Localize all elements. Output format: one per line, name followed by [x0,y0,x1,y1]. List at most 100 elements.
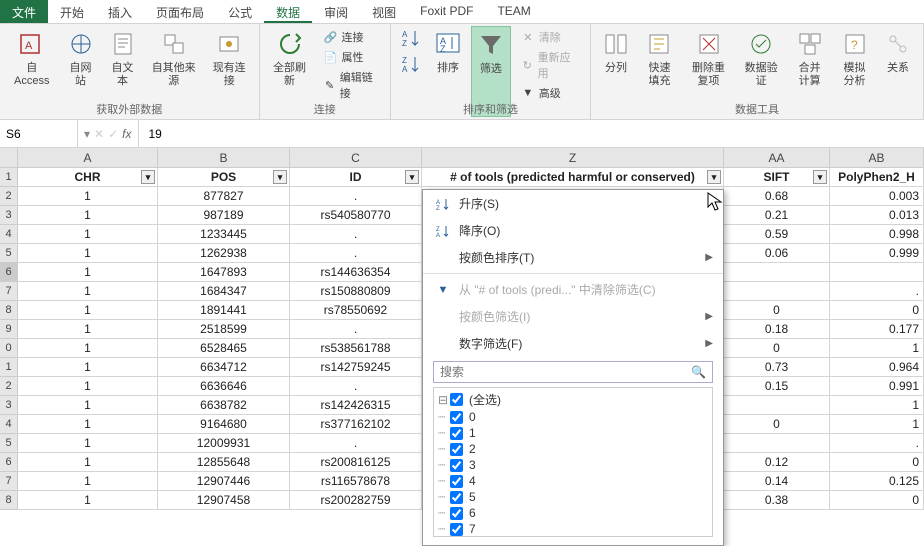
cell[interactable]: 1 [18,491,158,510]
filter-search-box[interactable]: 🔍 [433,361,713,383]
col-header-B[interactable]: B [158,148,290,168]
formula-input[interactable] [149,127,915,141]
cell[interactable]: 12009931 [158,434,290,453]
cell[interactable]: 0.38 [724,491,830,510]
cell[interactable]: rs116578678 [290,472,422,491]
cell[interactable]: rs538561788 [290,339,422,358]
col-header-AB[interactable]: AB [830,148,924,168]
cell[interactable]: 1 [18,301,158,320]
filter-check-item[interactable]: ┈6 [438,505,708,521]
sort-asc-button[interactable]: AZ [397,26,425,50]
cell[interactable]: rs540580770 [290,206,422,225]
row-header[interactable]: 6 [0,263,18,282]
cell[interactable]: . [290,225,422,244]
cell[interactable]: . [290,244,422,263]
row-header[interactable]: 5 [0,434,18,453]
cell[interactable]: 12907458 [158,491,290,510]
cell[interactable]: rs377162102 [290,415,422,434]
cell[interactable]: 1 [18,263,158,282]
cell[interactable]: 1 [18,206,158,225]
row-header[interactable]: 0 [0,339,18,358]
row-header[interactable]: 5 [0,244,18,263]
cell[interactable]: 1 [18,396,158,415]
cell[interactable]: 0.06 [724,244,830,263]
cell[interactable]: 12907446 [158,472,290,491]
row-header[interactable]: 8 [0,491,18,510]
cell[interactable]: . [290,377,422,396]
filter-checkbox[interactable] [450,507,463,520]
cell[interactable]: 0.991 [830,377,924,396]
cell[interactable]: 0.68 [724,187,830,206]
cell[interactable]: 0.21 [724,206,830,225]
cell[interactable]: 1647893 [158,263,290,282]
filter-checkbox[interactable] [450,427,463,440]
tab-insert[interactable]: 插入 [96,0,144,23]
row-header[interactable]: 3 [0,206,18,225]
row-header[interactable]: 8 [0,301,18,320]
cell[interactable]: rs78550692 [290,301,422,320]
cell[interactable]: 0.14 [724,472,830,491]
cell[interactable]: 1 [830,339,924,358]
table-col-header[interactable]: POS▾ [158,168,290,187]
name-box[interactable] [0,120,78,147]
clear-filter-button[interactable]: ✕清除 [517,28,582,46]
cell[interactable]: 1 [18,377,158,396]
cell[interactable]: 0.964 [830,358,924,377]
cell[interactable]: rs150880809 [290,282,422,301]
cell[interactable]: 0.003 [830,187,924,206]
name-box-input[interactable] [6,127,71,141]
tab-file[interactable]: 文件 [0,0,48,23]
properties-button[interactable]: 📄属性 [320,48,382,66]
cell[interactable]: 1 [18,244,158,263]
row-header[interactable]: 1 [0,358,18,377]
filter-dropdown-button[interactable]: ▾ [405,170,419,184]
filter-check-item[interactable]: ┈3 [438,457,708,473]
cell[interactable]: 1 [18,434,158,453]
filter-search-input[interactable] [434,362,685,382]
cell[interactable]: 0.12 [724,453,830,472]
cell[interactable]: rs142426315 [290,396,422,415]
filter-dropdown-button[interactable]: ▾ [813,170,827,184]
edit-links-button[interactable]: ✎编辑链接 [320,68,382,102]
cell[interactable] [724,434,830,453]
filter-dropdown-button[interactable]: ▾ [141,170,155,184]
fx-icon[interactable]: fx [122,127,131,141]
cell[interactable]: 1 [18,472,158,491]
sort-desc-item[interactable]: ZA降序(O) [423,217,723,244]
fbar-accept-icon[interactable]: ✓ [108,127,118,141]
filter-check-item[interactable]: ┈0 [438,409,708,425]
cell[interactable]: 0 [830,301,924,320]
filter-dropdown-button[interactable]: ▾ [273,170,287,184]
cell[interactable]: 1 [830,396,924,415]
cell[interactable]: 877827 [158,187,290,206]
filter-checkbox[interactable] [450,393,463,406]
cell[interactable]: 0 [724,415,830,434]
filter-checkbox[interactable] [450,443,463,456]
filter-value-list[interactable]: ⊟(全选)┈0┈1┈2┈3┈4┈5┈6┈7┈8 [433,387,713,537]
fbar-cancel-icon[interactable]: ✕ [94,127,104,141]
cell[interactable]: 1 [18,225,158,244]
cell[interactable]: 0.18 [724,320,830,339]
cell[interactable]: 0.999 [830,244,924,263]
row-header[interactable]: 2 [0,187,18,206]
cell[interactable]: 1 [18,282,158,301]
filter-check-item[interactable]: ┈5 [438,489,708,505]
filter-checkbox[interactable] [450,523,463,536]
cell[interactable]: 0.998 [830,225,924,244]
cell[interactable]: 1 [18,320,158,339]
cell[interactable] [724,396,830,415]
filter-check-item[interactable]: ┈4 [438,473,708,489]
cell[interactable]: 1262938 [158,244,290,263]
cell[interactable]: rs200282759 [290,491,422,510]
filter-checkbox[interactable] [450,411,463,424]
cell[interactable]: 6528465 [158,339,290,358]
cell[interactable]: . [290,434,422,453]
sort-asc-item[interactable]: AZ升序(S) [423,190,723,217]
cell[interactable]: 1891441 [158,301,290,320]
col-header-A[interactable]: A [18,148,158,168]
sort-by-color-item[interactable]: 按颜色排序(T)▶ [423,244,723,271]
filter-check-item[interactable]: ⊟(全选) [438,390,708,409]
table-col-header[interactable]: CHR▾ [18,168,158,187]
table-col-header[interactable]: PolyPhen2_H [830,168,924,187]
tab-formulas[interactable]: 公式 [216,0,264,23]
